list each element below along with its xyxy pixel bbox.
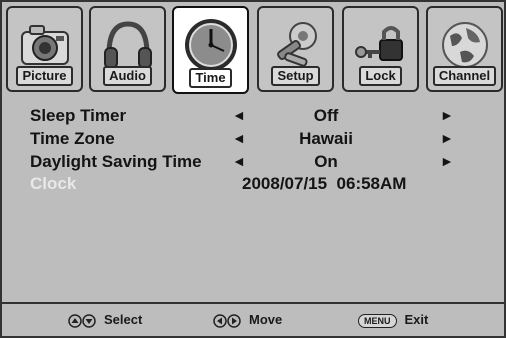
footer-hints: Select Move MENU Exit xyxy=(2,302,504,336)
tab-picture[interactable]: Picture xyxy=(6,6,83,92)
clock-row: Clock 2008/07/15 06:58AM xyxy=(6,174,502,196)
time-zone-row[interactable]: Time Zone ◄ Hawaii ► xyxy=(6,129,502,151)
sleep-timer-value: Off xyxy=(313,106,339,125)
select-label: Select xyxy=(104,312,143,327)
tab-picture-label: Picture xyxy=(16,66,73,86)
right-arrow-icon[interactable]: ► xyxy=(440,130,454,146)
tab-audio-label: Audio xyxy=(103,66,152,86)
right-arrow-icon[interactable]: ► xyxy=(440,107,454,123)
daylight-saving-label: Daylight Saving Time xyxy=(30,152,202,171)
daylight-saving-row[interactable]: Daylight Saving Time ◄ On ► xyxy=(6,152,502,174)
tab-time[interactable]: Time xyxy=(172,6,249,94)
tab-audio[interactable]: Audio xyxy=(89,6,166,92)
menu-tabs: Picture Audio Time Setup Lock Channel xyxy=(6,6,503,94)
sleep-timer-row[interactable]: Sleep Timer ◄ Off ► xyxy=(6,106,502,128)
tab-channel[interactable]: Channel xyxy=(426,6,503,92)
clock-label: Clock xyxy=(30,174,77,193)
move-hint: Move xyxy=(213,312,282,328)
clock-value: 2008/07/15 06:58AM xyxy=(242,174,407,193)
clock-icon xyxy=(184,19,237,71)
daylight-saving-value: On xyxy=(314,152,338,171)
tv-menu-frame: Picture Audio Time Setup Lock Channel Sl… xyxy=(0,0,506,338)
menu-key-icon: MENU xyxy=(358,313,397,328)
select-hint: Select xyxy=(68,312,142,328)
time-zone-label: Time Zone xyxy=(30,129,115,148)
tab-channel-label: Channel xyxy=(432,66,497,86)
tab-lock[interactable]: Lock xyxy=(342,6,419,92)
tab-setup[interactable]: Setup xyxy=(257,6,334,92)
exit-hint: MENU Exit xyxy=(358,312,428,328)
exit-label: Exit xyxy=(404,312,429,327)
tab-setup-label: Setup xyxy=(271,66,320,86)
tab-lock-label: Lock xyxy=(359,66,402,86)
sleep-timer-label: Sleep Timer xyxy=(30,106,127,125)
tab-time-label: Time xyxy=(189,68,232,88)
time-settings-panel: Sleep Timer ◄ Off ► Time Zone ◄ Hawaii ►… xyxy=(6,98,502,304)
move-label: Move xyxy=(249,312,283,327)
left-arrow-icon[interactable]: ◄ xyxy=(232,107,246,123)
left-arrow-icon[interactable]: ◄ xyxy=(232,153,246,169)
time-zone-value: Hawaii xyxy=(299,129,353,148)
left-right-buttons-icon xyxy=(213,313,241,328)
up-down-buttons-icon xyxy=(68,313,96,328)
left-arrow-icon[interactable]: ◄ xyxy=(232,130,246,146)
right-arrow-icon[interactable]: ► xyxy=(440,153,454,169)
